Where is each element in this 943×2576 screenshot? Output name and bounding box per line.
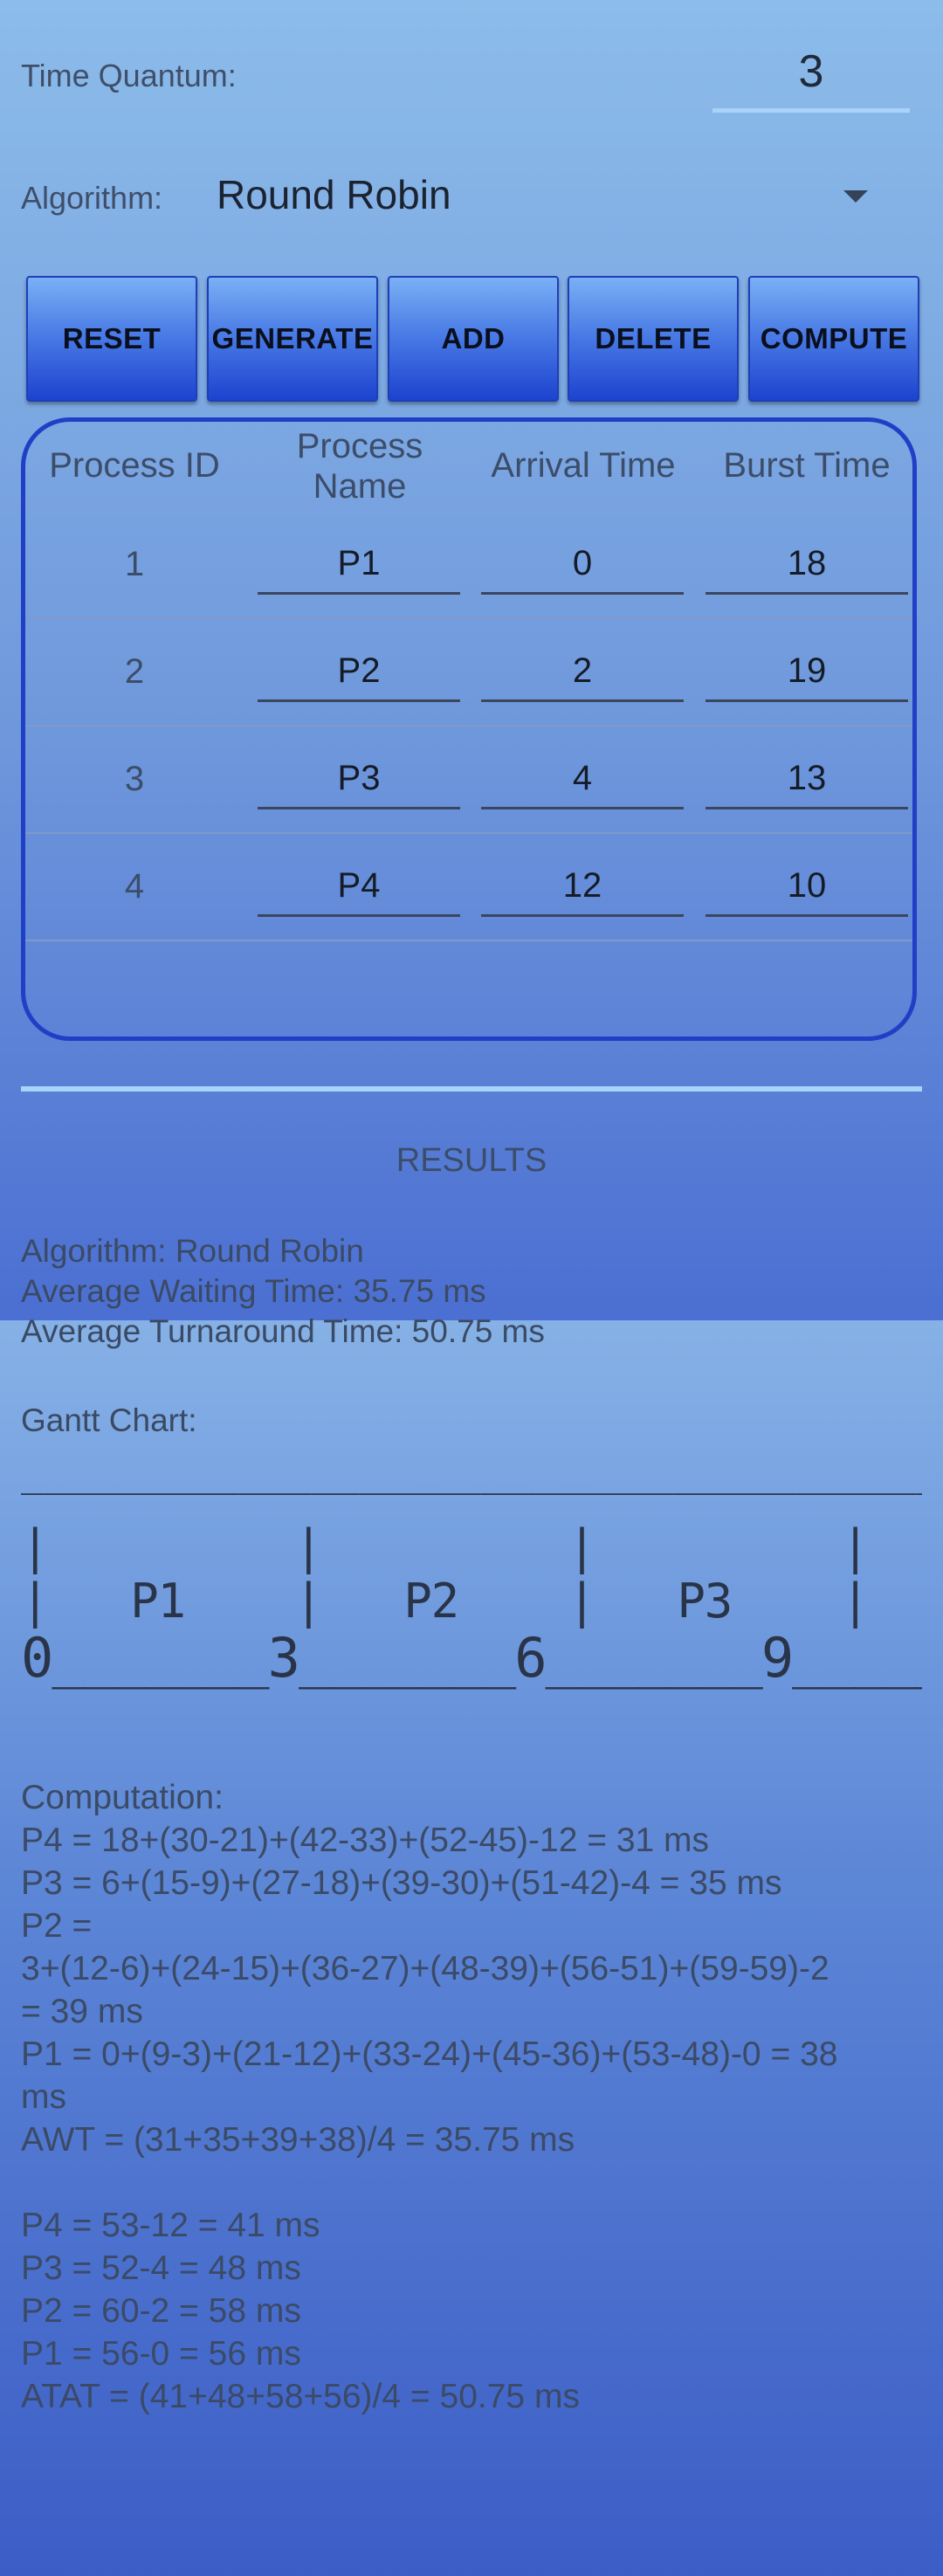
row-3-arrival-time-field[interactable]: 4 xyxy=(481,749,684,809)
results-title: RESULTS xyxy=(396,1142,547,1179)
row-divider xyxy=(25,725,912,727)
turnaround-time-computation: P4 = 53-12 = 41 ms P3 = 52-4 = 48 ms P2 … xyxy=(21,2204,580,2418)
computation-label: Computation: xyxy=(21,1779,224,1816)
gantt-chart: _______________________________________ … xyxy=(21,1450,922,1694)
algorithm-label: Algorithm: xyxy=(21,180,163,216)
header-process-name: Process Name xyxy=(296,427,423,506)
delete-button[interactable]: DELETE xyxy=(568,276,739,402)
row-divider xyxy=(25,940,912,941)
time-quantum-underline xyxy=(712,108,910,113)
row-4-burst-time-field[interactable]: 10 xyxy=(706,857,908,917)
generate-button[interactable]: GENERATE xyxy=(207,276,378,402)
process-table xyxy=(21,417,917,1041)
computation-line: = 39 ms xyxy=(21,1993,143,2030)
computation-line: P1 = 0+(9-3)+(21-12)+(33-24)+(45-36)+(53… xyxy=(21,2035,838,2073)
row-1-burst-time-field[interactable]: 18 xyxy=(706,534,908,595)
waiting-time-computation: P4 = 18+(30-21)+(42-33)+(52-45)-12 = 31 … xyxy=(21,1819,837,2161)
compute-button[interactable]: COMPUTE xyxy=(748,276,919,402)
header-burst-time: Burst Time xyxy=(723,446,891,485)
row-3-burst-time-field[interactable]: 13 xyxy=(706,749,908,809)
computation-line: P3 = 6+(15-9)+(27-18)+(39-30)+(51-42)-4 … xyxy=(21,1864,782,1902)
computation-line: P4 = 18+(30-21)+(42-33)+(52-45)-12 = 31 … xyxy=(21,1822,710,1859)
row-4-arrival-time-field[interactable]: 12 xyxy=(481,857,684,917)
result-average-turnaround-time: Average Turnaround Time: 50.75 ms xyxy=(21,1313,545,1349)
gantt-bar-dividers: | | | | xyxy=(21,1519,870,1574)
header-process-id: Process ID xyxy=(49,446,220,485)
computation-line: P2 = 60-2 = 58 ms xyxy=(21,2292,301,2330)
computation-line: P2 = xyxy=(21,1907,93,1945)
row-4-process-id: 4 xyxy=(124,867,145,906)
computation-line: 3+(12-6)+(24-15)+(36-27)+(48-39)+(56-51)… xyxy=(21,1950,829,1987)
gantt-time-row: 0_______3_______6_______9______ xyxy=(21,1626,922,1690)
result-algorithm: Algorithm: Round Robin xyxy=(21,1233,364,1269)
chevron-down-icon xyxy=(843,190,868,203)
computation-line: ATAT = (41+48+58+56)/4 = 50.75 ms xyxy=(21,2378,580,2415)
algorithm-selected-value: Round Robin xyxy=(217,172,451,217)
algorithm-dropdown[interactable]: Round Robin xyxy=(213,162,912,232)
section-divider xyxy=(21,1086,922,1092)
row-3-process-name-field[interactable]: P3 xyxy=(258,749,460,809)
computation-line: P4 = 53-12 = 41 ms xyxy=(21,2207,320,2244)
row-4-process-name-field[interactable]: P4 xyxy=(258,857,460,917)
result-average-waiting-time: Average Waiting Time: 35.75 ms xyxy=(21,1273,486,1309)
computation-line: ms xyxy=(21,2078,66,2116)
computation-line: P3 = 52-4 = 48 ms xyxy=(21,2249,301,2287)
gantt-top-border: _______________________________________ xyxy=(21,1450,922,1495)
gantt-chart-label: Gantt Chart: xyxy=(21,1402,197,1438)
row-1-arrival-time-field[interactable]: 0 xyxy=(481,534,684,595)
gantt-process-row: | P1 | P2 | P3 | P1 xyxy=(21,1574,870,1629)
time-quantum-label: Time Quantum: xyxy=(21,58,237,93)
computation-line: AWT = (31+35+39+38)/4 = 35.75 ms xyxy=(21,2121,575,2159)
row-2-burst-time-field[interactable]: 19 xyxy=(706,642,908,702)
computation-line: P1 = 56-0 = 56 ms xyxy=(21,2335,301,2373)
row-3-process-id: 3 xyxy=(124,760,145,798)
row-2-arrival-time-field[interactable]: 2 xyxy=(481,642,684,702)
row-2-process-id: 2 xyxy=(124,652,145,691)
row-1-process-name-field[interactable]: P1 xyxy=(258,534,460,595)
row-divider xyxy=(25,617,912,619)
time-quantum-input[interactable]: 3 xyxy=(728,45,894,98)
row-2-process-name-field[interactable]: P2 xyxy=(258,642,460,702)
header-arrival-time: Arrival Time xyxy=(491,446,676,485)
row-divider xyxy=(25,832,912,834)
reset-button[interactable]: RESET xyxy=(26,276,197,402)
row-1-process-id: 1 xyxy=(124,545,145,583)
add-button[interactable]: ADD xyxy=(388,276,559,402)
